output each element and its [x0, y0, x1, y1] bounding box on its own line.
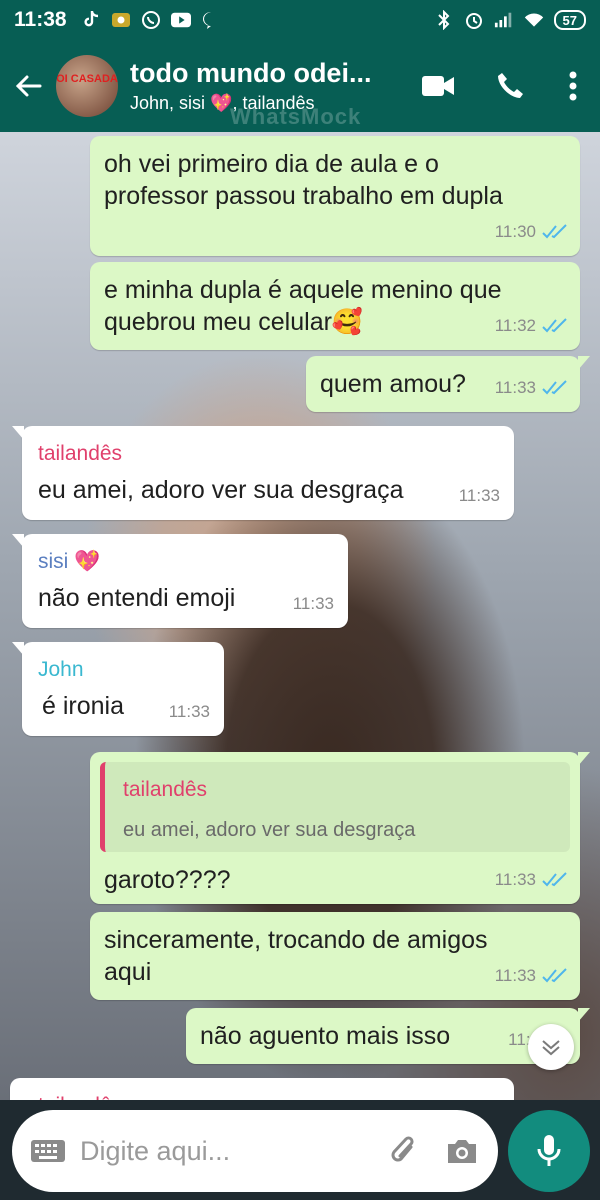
- mic-icon: [537, 1135, 561, 1166]
- phone-icon: [498, 73, 523, 98]
- message-time: 11:33: [292, 594, 334, 613]
- whatsapp-icon: [141, 10, 161, 30]
- youtube-icon: [170, 10, 191, 30]
- voice-record-button[interactable]: [508, 1110, 590, 1192]
- double-check-icon: [542, 318, 567, 333]
- quoted-message[interactable]: tailandês eu amei, adoro ver sua desgraç…: [100, 762, 570, 852]
- chevron-double-down-icon: [542, 1040, 560, 1056]
- message-time: 11:30: [494, 222, 536, 241]
- double-check-icon: [542, 872, 567, 887]
- message-bubble-outgoing[interactable]: e minha dupla é aquele menino que quebro…: [90, 262, 580, 350]
- sender-name[interactable]: sisi 💖: [38, 546, 100, 578]
- more-options-button[interactable]: [546, 40, 600, 132]
- camera-icon[interactable]: [442, 1131, 482, 1171]
- bubble-tail: [578, 356, 590, 370]
- message-bubble-incoming[interactable]: sisi 💖 não entendi emoji 11:33: [12, 534, 348, 628]
- scroll-to-bottom-button[interactable]: [528, 1024, 574, 1070]
- video-call-icon: [422, 76, 454, 96]
- bubble-tail: [12, 534, 24, 548]
- video-call-button[interactable]: [402, 40, 474, 132]
- group-title: todo mundo odei...: [130, 58, 372, 88]
- status-bar: 11:38 57: [0, 0, 600, 40]
- message-bubble-incoming[interactable]: tailandês: [10, 1078, 514, 1100]
- keyboard-icon[interactable]: [28, 1131, 68, 1171]
- bubble-tail: [578, 1008, 590, 1022]
- message-text: eu amei, adoro ver sua desgraça: [38, 476, 404, 504]
- message-text: não entendi emoji: [38, 584, 236, 612]
- double-check-icon: [542, 224, 567, 239]
- chat-bubble-icon: [201, 10, 221, 30]
- message-text: garoto????: [104, 866, 231, 894]
- message-line: professor passou trabalho em dupla: [104, 182, 503, 210]
- avatar-text: OI CASADA: [56, 73, 118, 85]
- message-text: quem amou?: [320, 370, 466, 398]
- message-text: sinceramente, trocando de amigos aqui: [104, 924, 488, 988]
- message-meta: 11:33: [495, 372, 568, 404]
- message-time: 11:33: [458, 486, 500, 505]
- message-text: e minha dupla é aquele menino que quebro…: [104, 274, 502, 338]
- message-line: e minha dupla é aquele menino que: [104, 276, 502, 304]
- message-time: 11:33: [168, 702, 210, 721]
- message-meta: 11:32: [495, 310, 568, 342]
- message-text: oh vei primeiro dia de aula e o professo…: [104, 148, 503, 212]
- quoted-text: eu amei, adoro ver sua desgraça: [123, 819, 416, 841]
- message-bubble-outgoing[interactable]: não aguento mais isso 11:3: [186, 1008, 590, 1064]
- message-bubble-incoming[interactable]: John é ironia 11:33: [12, 642, 224, 736]
- message-bubble-outgoing[interactable]: oh vei primeiro dia de aula e o professo…: [90, 136, 580, 256]
- sender-name[interactable]: tailandês: [38, 1090, 122, 1100]
- alarm-icon: [464, 10, 484, 30]
- double-check-icon: [542, 968, 567, 983]
- message-text: é ironia: [42, 692, 124, 720]
- message-line: oh vei primeiro dia de aula e o: [104, 150, 439, 178]
- sender-name[interactable]: tailandês: [38, 438, 122, 470]
- message-input[interactable]: Digite aqui...: [80, 1136, 378, 1167]
- tiktok-icon: [81, 10, 101, 30]
- message-time: 11:33: [494, 378, 536, 397]
- message-time: 11:33: [494, 966, 536, 985]
- bluetooth-icon: [434, 10, 454, 30]
- group-avatar[interactable]: OI CASADA: [56, 55, 118, 117]
- message-bubble-outgoing[interactable]: quem amou? 11:33: [306, 356, 590, 412]
- message-line: sinceramente, trocando de amigos: [104, 926, 488, 954]
- more-vert-icon: [569, 71, 577, 101]
- message-time: 11:32: [494, 316, 536, 335]
- message-bubble-incoming[interactable]: tailandês eu amei, adoro ver sua desgraç…: [12, 426, 514, 520]
- message-bubble-outgoing[interactable]: sinceramente, trocando de amigos aqui 11…: [90, 912, 580, 1000]
- message-line: aqui: [104, 958, 152, 986]
- message-meta: 11:33: [293, 588, 334, 620]
- back-button[interactable]: [0, 40, 56, 132]
- bubble-tail: [578, 752, 590, 766]
- composer-bar: Digite aqui...: [0, 1100, 600, 1200]
- sender-name[interactable]: John: [38, 654, 84, 686]
- message-meta: 11:33: [495, 864, 568, 896]
- back-arrow-icon: [15, 75, 42, 97]
- system-icons: 57: [434, 10, 586, 30]
- message-meta: 11:33: [459, 480, 500, 512]
- signal-icon: [494, 10, 514, 30]
- message-meta: 11:30: [495, 216, 568, 248]
- watermark: WhatsMock: [230, 104, 362, 129]
- wifi-icon: [524, 10, 544, 30]
- bubble-tail: [12, 642, 24, 656]
- chat-area[interactable]: oh vei primeiro dia de aula e o professo…: [0, 132, 600, 1100]
- message-meta: 11:33: [495, 960, 568, 992]
- message-input-box[interactable]: Digite aqui...: [12, 1110, 498, 1192]
- status-time: 11:38: [14, 8, 67, 31]
- notification-icons: [81, 10, 221, 30]
- message-meta: 11:33: [169, 696, 210, 728]
- message-time: 11:33: [494, 870, 536, 889]
- quoted-sender: tailandês: [123, 778, 208, 801]
- battery-indicator: 57: [553, 10, 586, 30]
- app-notification-icon: [111, 10, 131, 30]
- double-check-icon: [542, 380, 567, 395]
- message-bubble-outgoing-reply[interactable]: tailandês eu amei, adoro ver sua desgraç…: [90, 752, 590, 904]
- bubble-tail: [12, 426, 24, 440]
- voice-call-button[interactable]: [474, 40, 546, 132]
- message-line: quebrou meu celular🥰: [104, 308, 364, 336]
- message-text: não aguento mais isso: [200, 1022, 451, 1050]
- attach-clip-icon[interactable]: [384, 1131, 424, 1171]
